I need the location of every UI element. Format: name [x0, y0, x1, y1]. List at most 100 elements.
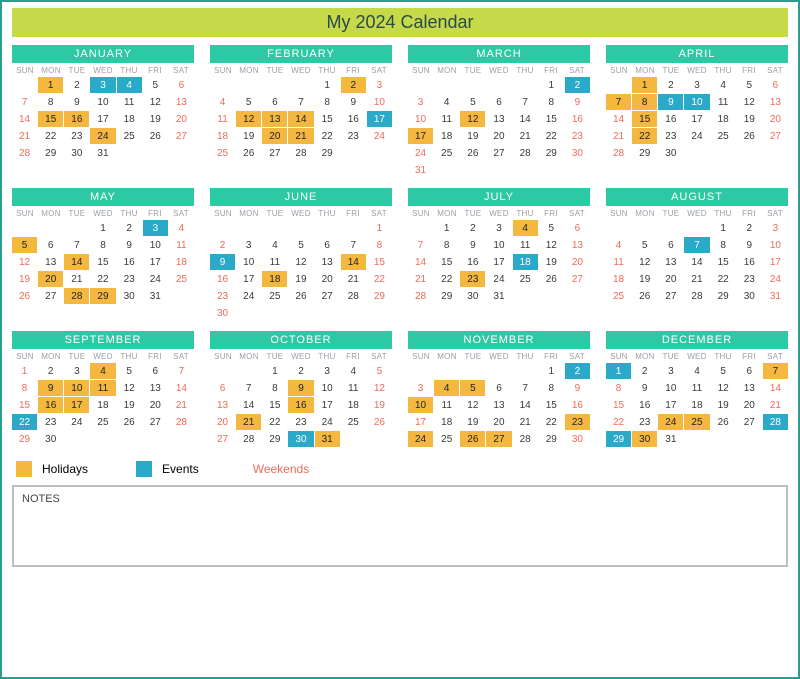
day-cell[interactable]: 14	[763, 380, 788, 396]
day-cell[interactable]: 27	[486, 431, 511, 447]
day-cell[interactable]: 24	[367, 128, 392, 144]
day-cell[interactable]: 7	[288, 94, 313, 110]
day-cell[interactable]: 2	[341, 77, 366, 93]
day-cell[interactable]: 27	[315, 288, 340, 304]
day-cell[interactable]: 24	[684, 128, 709, 144]
day-cell[interactable]: 14	[169, 380, 194, 396]
day-cell[interactable]: 19	[236, 128, 261, 144]
day-cell[interactable]: 8	[315, 94, 340, 110]
day-cell[interactable]: 7	[513, 94, 538, 110]
day-cell[interactable]: 24	[408, 145, 433, 161]
day-cell[interactable]: 22	[711, 271, 736, 287]
day-cell[interactable]: 26	[539, 271, 564, 287]
day-cell[interactable]: 22	[606, 414, 631, 430]
day-cell[interactable]: 12	[460, 397, 485, 413]
day-cell[interactable]: 11	[606, 254, 631, 270]
day-cell[interactable]: 1	[38, 77, 63, 93]
day-cell[interactable]: 23	[210, 288, 235, 304]
day-cell[interactable]: 31	[486, 288, 511, 304]
day-cell[interactable]: 9	[117, 237, 142, 253]
day-cell[interactable]: 29	[539, 431, 564, 447]
day-cell[interactable]: 9	[565, 94, 590, 110]
day-cell[interactable]: 29	[606, 431, 631, 447]
day-cell[interactable]: 17	[658, 397, 683, 413]
day-cell[interactable]: 3	[684, 77, 709, 93]
day-cell[interactable]: 5	[539, 220, 564, 236]
day-cell[interactable]: 21	[236, 414, 261, 430]
day-cell[interactable]: 28	[341, 288, 366, 304]
day-cell[interactable]: 1	[606, 363, 631, 379]
day-cell[interactable]: 29	[90, 288, 115, 304]
day-cell[interactable]: 15	[38, 111, 63, 127]
day-cell[interactable]: 7	[684, 237, 709, 253]
day-cell[interactable]: 13	[262, 111, 287, 127]
day-cell[interactable]: 13	[143, 380, 168, 396]
day-cell[interactable]: 1	[632, 77, 657, 93]
day-cell[interactable]: 8	[539, 94, 564, 110]
day-cell[interactable]: 27	[565, 271, 590, 287]
day-cell[interactable]: 28	[606, 145, 631, 161]
day-cell[interactable]: 28	[169, 414, 194, 430]
day-cell[interactable]: 14	[513, 111, 538, 127]
day-cell[interactable]: 2	[632, 363, 657, 379]
day-cell[interactable]: 18	[117, 111, 142, 127]
day-cell[interactable]: 10	[684, 94, 709, 110]
day-cell[interactable]: 2	[565, 363, 590, 379]
day-cell[interactable]: 13	[38, 254, 63, 270]
day-cell[interactable]: 28	[288, 145, 313, 161]
day-cell[interactable]: 22	[632, 128, 657, 144]
day-cell[interactable]: 21	[763, 397, 788, 413]
day-cell[interactable]: 25	[117, 128, 142, 144]
day-cell[interactable]: 25	[513, 271, 538, 287]
day-cell[interactable]: 16	[38, 397, 63, 413]
day-cell[interactable]: 2	[117, 220, 142, 236]
day-cell[interactable]: 17	[315, 397, 340, 413]
day-cell[interactable]: 25	[606, 288, 631, 304]
day-cell[interactable]: 22	[539, 128, 564, 144]
day-cell[interactable]: 30	[658, 145, 683, 161]
day-cell[interactable]: 10	[236, 254, 261, 270]
day-cell[interactable]: 26	[288, 288, 313, 304]
day-cell[interactable]: 11	[434, 111, 459, 127]
day-cell[interactable]: 8	[434, 237, 459, 253]
day-cell[interactable]: 10	[367, 94, 392, 110]
day-cell[interactable]: 5	[367, 363, 392, 379]
day-cell[interactable]: 8	[367, 237, 392, 253]
day-cell[interactable]: 23	[737, 271, 762, 287]
day-cell[interactable]: 4	[90, 363, 115, 379]
day-cell[interactable]: 16	[64, 111, 89, 127]
day-cell[interactable]: 17	[763, 254, 788, 270]
day-cell[interactable]: 13	[763, 94, 788, 110]
day-cell[interactable]: 11	[210, 111, 235, 127]
day-cell[interactable]: 24	[90, 128, 115, 144]
day-cell[interactable]: 13	[169, 94, 194, 110]
notes-box[interactable]: NOTES	[12, 485, 788, 567]
day-cell[interactable]: 22	[12, 414, 37, 430]
day-cell[interactable]: 28	[513, 431, 538, 447]
day-cell[interactable]: 5	[632, 237, 657, 253]
day-cell[interactable]: 12	[288, 254, 313, 270]
day-cell[interactable]: 10	[408, 397, 433, 413]
day-cell[interactable]: 7	[236, 380, 261, 396]
day-cell[interactable]: 7	[64, 237, 89, 253]
day-cell[interactable]: 12	[117, 380, 142, 396]
day-cell[interactable]: 7	[763, 363, 788, 379]
day-cell[interactable]: 25	[684, 414, 709, 430]
day-cell[interactable]: 26	[711, 414, 736, 430]
day-cell[interactable]: 11	[684, 380, 709, 396]
day-cell[interactable]: 2	[658, 77, 683, 93]
day-cell[interactable]: 19	[539, 254, 564, 270]
day-cell[interactable]: 17	[408, 414, 433, 430]
day-cell[interactable]: 15	[711, 254, 736, 270]
day-cell[interactable]: 13	[486, 111, 511, 127]
day-cell[interactable]: 16	[117, 254, 142, 270]
day-cell[interactable]: 8	[606, 380, 631, 396]
day-cell[interactable]: 20	[486, 414, 511, 430]
day-cell[interactable]: 28	[513, 145, 538, 161]
day-cell[interactable]: 24	[658, 414, 683, 430]
day-cell[interactable]: 31	[408, 162, 433, 178]
day-cell[interactable]: 11	[341, 380, 366, 396]
day-cell[interactable]: 23	[658, 128, 683, 144]
day-cell[interactable]: 23	[117, 271, 142, 287]
day-cell[interactable]: 11	[513, 237, 538, 253]
